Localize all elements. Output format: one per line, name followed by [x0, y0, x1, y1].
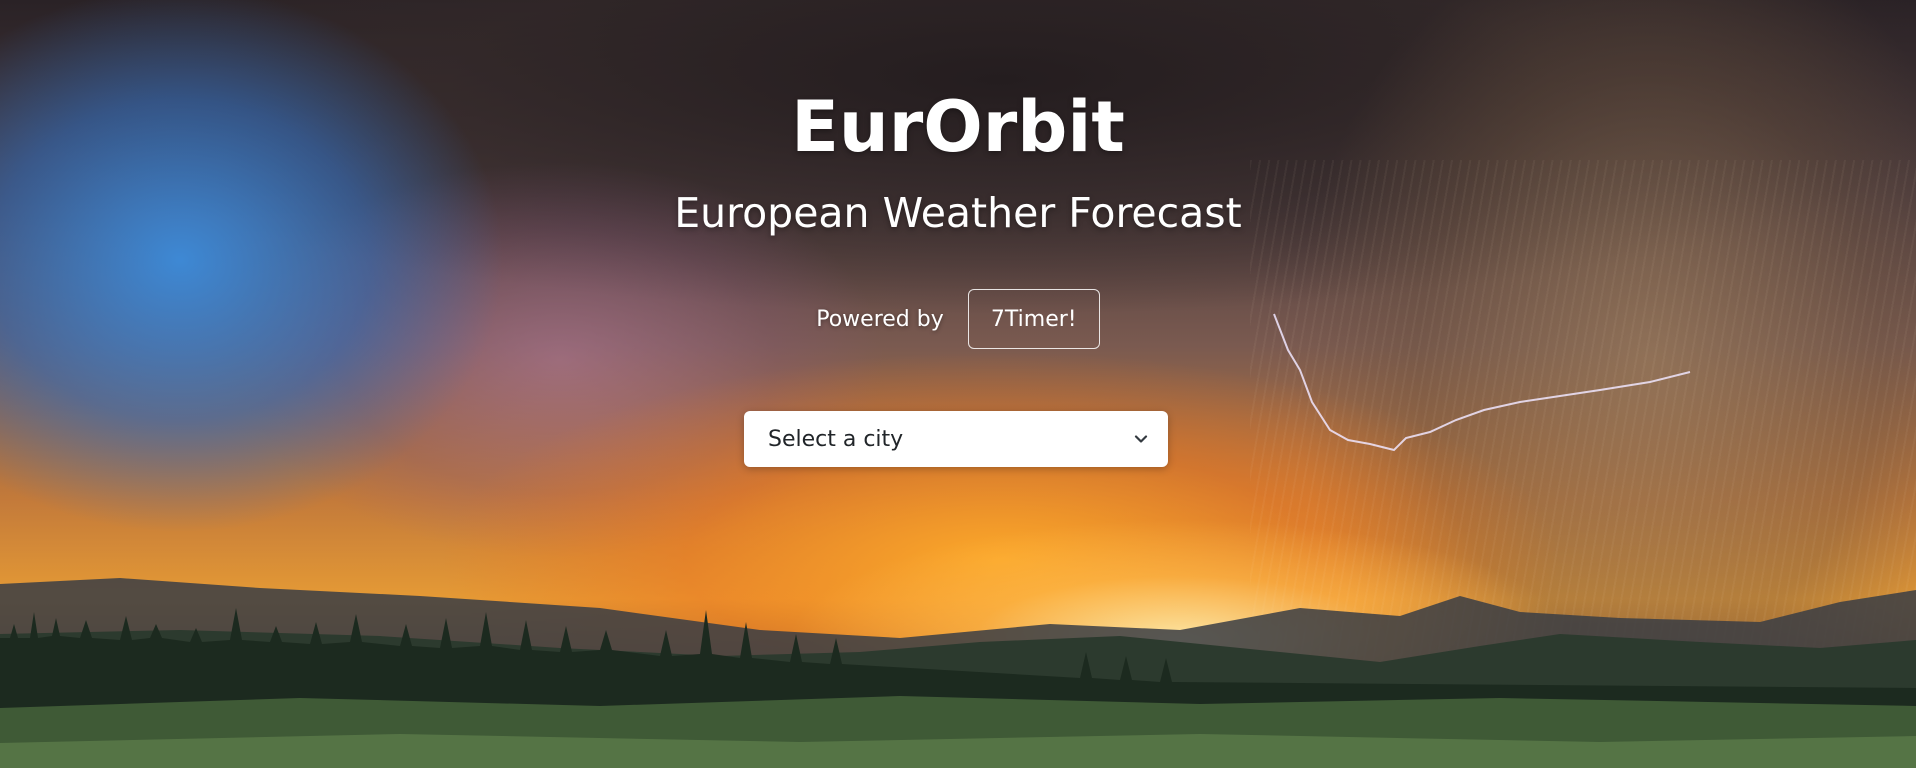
powered-by-row: Powered by 7Timer! [0, 289, 1916, 349]
city-select[interactable]: Select a city [744, 411, 1168, 467]
powered-by-label: Powered by [816, 306, 944, 332]
page-title: EurOrbit [791, 86, 1125, 168]
city-select-value: Select a city [768, 426, 904, 452]
7timer-link-button[interactable]: 7Timer! [967, 289, 1100, 349]
chevron-down-icon [1132, 430, 1150, 448]
background-landscape-image [0, 578, 1916, 768]
hero-section: EurOrbit European Weather Forecast Power… [0, 0, 1916, 768]
page-subtitle: European Weather Forecast [674, 189, 1242, 237]
